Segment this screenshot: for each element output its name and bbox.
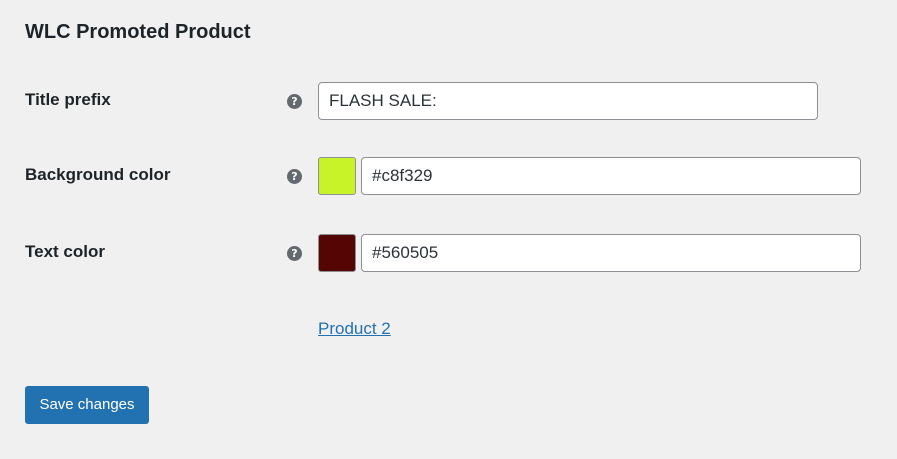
background-color-swatch[interactable] [318,157,356,195]
background-color-label: Background color [25,165,171,184]
text-color-input[interactable] [361,234,861,272]
question-circle-icon[interactable]: ? [287,94,302,109]
background-color-input[interactable] [361,157,861,195]
product-link[interactable]: Product 2 [318,318,391,340]
text-color-swatch[interactable] [318,234,356,272]
save-changes-button[interactable]: Save changes [25,386,149,424]
title-prefix-input[interactable] [318,82,818,120]
question-circle-icon[interactable]: ? [287,169,302,184]
text-color-label: Text color [25,242,105,261]
title-prefix-label: Title prefix [25,90,111,109]
page-title: WLC Promoted Product [25,21,251,43]
question-circle-icon[interactable]: ? [287,246,302,261]
